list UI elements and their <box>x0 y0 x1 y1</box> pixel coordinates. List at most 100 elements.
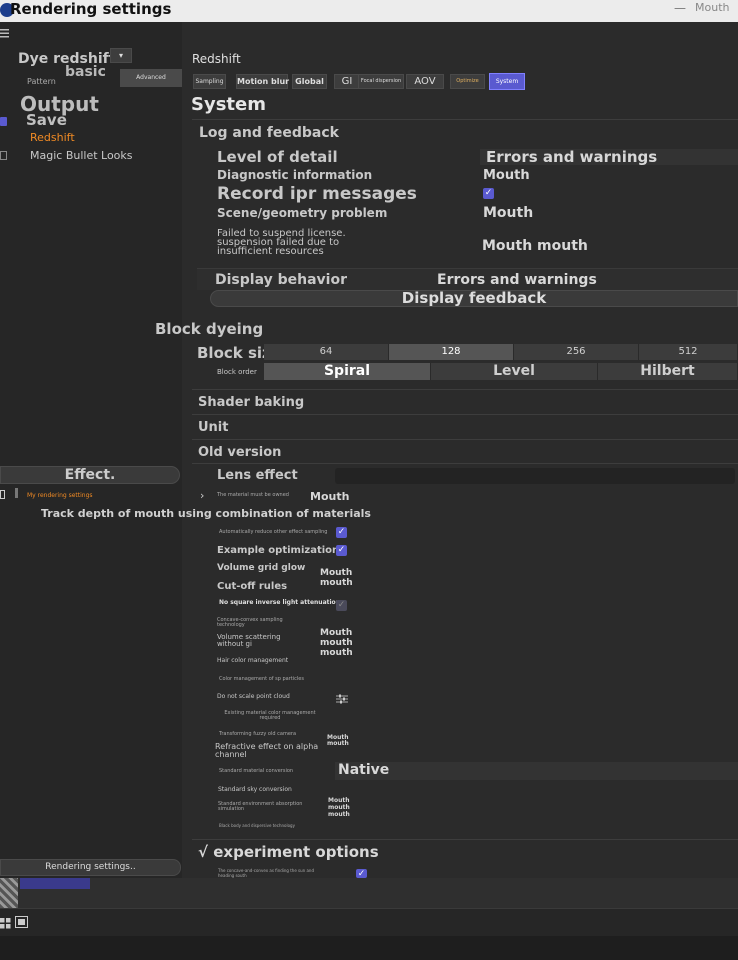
tab-optimize[interactable]: Optimize <box>450 74 485 89</box>
tab-gi[interactable]: GI <box>334 74 360 89</box>
vol-scatter-value[interactable]: Mouth mouth mouth <box>320 628 353 658</box>
selection-marker <box>15 488 18 498</box>
diag-label: Diagnostic information <box>217 168 373 182</box>
blackbody-label: Black body and dispersive technology <box>219 823 295 828</box>
diag-value[interactable]: Mouth <box>483 168 530 183</box>
auto-reduce-checkbox[interactable]: ✓ <box>336 527 347 538</box>
track-depth-label: Track depth of mouth using combination o… <box>41 507 371 520</box>
existing-label: Existing material color management requi… <box>224 710 316 721</box>
block-size-64[interactable]: 64 <box>264 344 389 360</box>
pattern-tab[interactable]: Pattern <box>27 77 56 86</box>
owned-value[interactable]: Mouth <box>310 490 349 503</box>
thumbnail[interactable] <box>0 878 18 908</box>
tree-item-magic-bullet[interactable]: Magic Bullet Looks <box>30 149 133 162</box>
preset-dropdown-button[interactable]: ▾ <box>110 48 132 63</box>
concave-mix-label: The concave-and-convex as finding the su… <box>218 868 315 878</box>
hamburger-icon[interactable] <box>0 24 12 38</box>
refractive-label: Refractive effect on alpha channel <box>215 742 319 759</box>
block-order-spiral[interactable]: Spiral <box>264 363 431 380</box>
tab-global[interactable]: Global <box>292 74 327 89</box>
old-version-section[interactable]: Old version <box>198 445 281 460</box>
tree-item-redshift[interactable]: Redshift <box>30 131 75 144</box>
fuzzy-label: Transforming fuzzy old camera <box>219 731 297 737</box>
hair-color-label: Hair color management <box>217 657 289 664</box>
std-material-label: Standard material conversion <box>219 768 294 774</box>
tab-motion-blur[interactable]: Motion blur <box>236 74 289 89</box>
window-corner-label: Mouth <box>695 1 730 14</box>
owned-label: The material must be owned <box>217 492 289 498</box>
level-dropdown[interactable]: Errors and warnings <box>486 148 657 166</box>
expand-icon[interactable] <box>0 490 5 499</box>
volume-glow-value[interactable]: Mouth mouth <box>320 568 353 588</box>
grid-view-icon[interactable] <box>0 914 11 929</box>
selection-highlight <box>20 878 90 889</box>
lens-effect-field[interactable] <box>335 468 735 484</box>
vol-scatter-label: Volume scattering without gi <box>217 633 281 648</box>
block-order-label: Block order <box>217 368 257 376</box>
renderer-name: Redshift <box>192 52 241 66</box>
license-value[interactable]: Mouth mouth <box>482 238 588 254</box>
std-env-value[interactable]: Mouth mouth mouth <box>328 797 352 818</box>
tab-aov[interactable]: AOV <box>406 74 444 89</box>
tab-sampling[interactable]: Sampling <box>193 74 226 89</box>
license-label: Failed to suspend license. suspension fa… <box>217 228 346 257</box>
block-order-level[interactable]: Level <box>431 363 598 380</box>
color-sp-label: Color management of sp particles <box>219 676 304 682</box>
display-label: Display behavior <box>215 272 347 288</box>
cutoff-label: Cut-off rules <box>217 581 288 592</box>
std-material-field[interactable] <box>335 762 738 780</box>
single-view-icon[interactable] <box>15 913 28 928</box>
divider <box>192 119 738 120</box>
advanced-tab[interactable]: Advanced <box>120 69 182 87</box>
lens-effect-label: Lens effect <box>217 468 298 483</box>
divider <box>192 414 738 415</box>
concave-mix-checkbox[interactable]: ✓ <box>356 869 367 879</box>
volume-glow-label: Volume grid glow <box>217 563 306 573</box>
footer-bar <box>0 936 738 960</box>
display-feedback-button[interactable]: Display feedback <box>210 290 738 307</box>
section-title: System <box>191 94 266 115</box>
tab-focal-dispersion[interactable]: Focal dispersion <box>358 74 404 89</box>
timeline-bar <box>0 878 738 908</box>
no-scale-label: Do not scale point cloud <box>217 693 290 700</box>
minimize-button[interactable]: — <box>674 1 686 15</box>
std-env-label: Standard environment absorption simulati… <box>218 801 303 812</box>
status-bar <box>0 908 738 936</box>
experiment-heading[interactable]: √ experiment options <box>198 843 379 861</box>
checkbox-icon[interactable] <box>0 117 7 126</box>
shader-baking-section[interactable]: Shader baking <box>198 395 304 410</box>
example-opt-checkbox[interactable]: ✓ <box>336 545 347 556</box>
example-opt-label: Example optimization <box>217 545 340 556</box>
log-heading[interactable]: Log and feedback <box>199 125 339 141</box>
ipr-checkbox[interactable]: ✓ <box>483 188 494 199</box>
block-order-hilbert[interactable]: Hilbert <box>598 363 738 380</box>
effect-button[interactable]: Effect. <box>0 466 180 484</box>
window-title: Rendering settings <box>10 0 172 18</box>
block-heading[interactable]: Block dyeing <box>155 320 263 338</box>
my-settings-item[interactable]: My rendering settings <box>27 492 93 499</box>
concave-label: Concave-convex sampling technology <box>217 617 283 628</box>
divider <box>192 463 738 464</box>
block-size-512[interactable]: 512 <box>639 344 738 360</box>
unit-section[interactable]: Unit <box>198 420 228 435</box>
level-label: Level of detail <box>217 148 338 166</box>
rendering-settings-button[interactable]: Rendering settings.. <box>0 859 181 876</box>
block-size-128[interactable]: 128 <box>389 344 514 360</box>
no-square-label: No square inverse light attenuation <box>219 599 340 606</box>
preset-sub: basic <box>65 64 106 80</box>
block-size-256[interactable]: 256 <box>514 344 639 360</box>
display-dropdown[interactable]: Errors and warnings <box>437 272 597 288</box>
sliders-icon[interactable] <box>336 690 348 704</box>
checkbox-icon[interactable] <box>0 151 7 160</box>
no-square-checkbox[interactable]: ✓ <box>336 600 347 611</box>
std-sky-label: Standard sky conversion <box>218 786 292 793</box>
save-label[interactable]: Save <box>26 111 67 129</box>
chevron-right-icon[interactable]: › <box>200 489 204 502</box>
divider <box>192 439 738 440</box>
scene-value[interactable]: Mouth <box>483 205 533 221</box>
tab-system[interactable]: System <box>489 73 525 90</box>
std-material-value[interactable]: Native <box>338 762 389 778</box>
divider <box>192 839 738 840</box>
ipr-label: Record ipr messages <box>217 184 417 204</box>
fuzzy-value[interactable]: Mouth mouth <box>327 735 351 747</box>
